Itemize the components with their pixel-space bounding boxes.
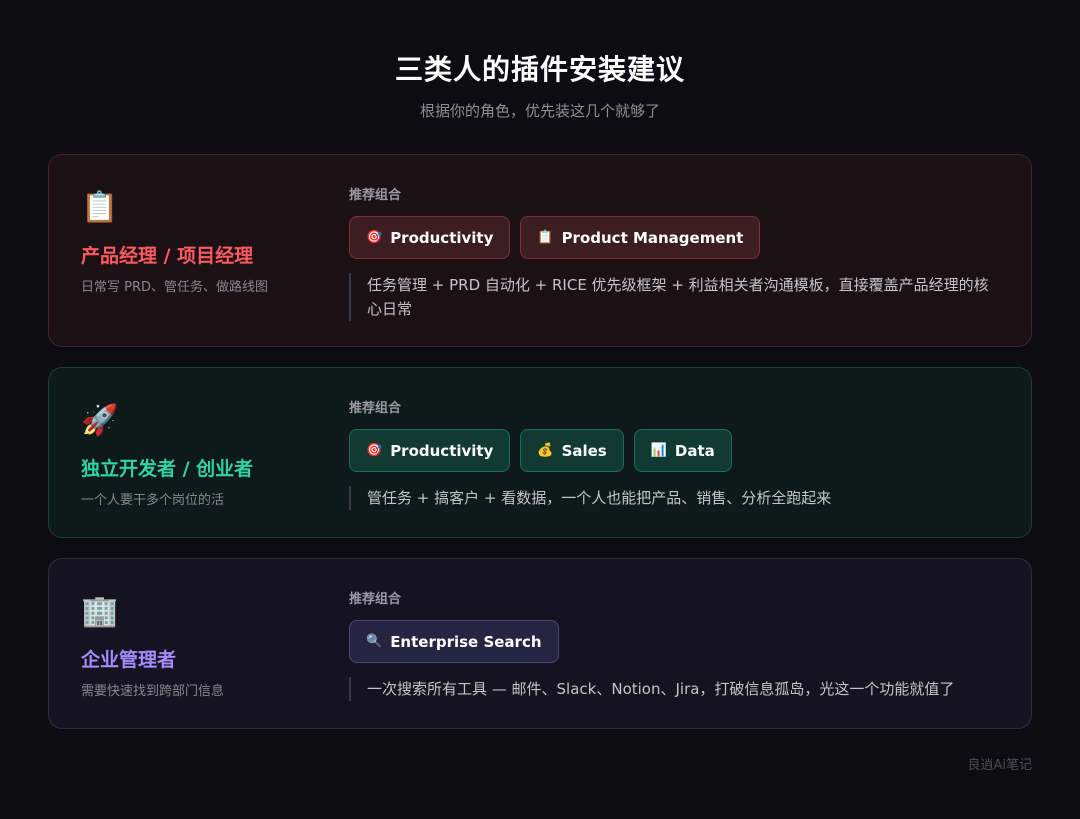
chip-enterprise-search[interactable]: 🔍 Enterprise Search [349, 620, 559, 663]
chip-label: Productivity [390, 441, 494, 460]
rocket-icon: 🚀 [81, 403, 119, 438]
role-description: 日常写 PRD、管任务、做路线图 [81, 280, 269, 295]
recommendation-column: 推荐组合 🔍 Enterprise Search 一次搜索所有工具 — 邮件、S… [349, 588, 1001, 701]
money-bag-icon: 💰 [537, 443, 554, 458]
page-subtitle: 根据你的角色，优先装这几个就够了 [419, 102, 660, 120]
chip-productivity[interactable]: 🎯 Productivity [349, 216, 511, 259]
role-description: 一个人要干多个岗位的活 [81, 493, 225, 508]
card-product-manager: 📋 产品经理 / 项目经理 日常写 PRD、管任务、做路线图 推荐组合 🎯 Pr… [48, 154, 1032, 347]
plugin-chips: 🎯 Productivity 📋 Product Management [349, 216, 1001, 259]
office-building-icon: 🏢 [81, 594, 119, 629]
card-indie-developer: 🚀 独立开发者 / 创业者 一个人要干多个岗位的活 推荐组合 🎯 Product… [48, 367, 1032, 538]
magnifier-icon: 🔍 [366, 634, 383, 649]
recommendation-note: 任务管理 + PRD 自动化 + RICE 优先级框架 + 利益相关者沟通模板，… [349, 273, 1001, 321]
clipboard-icon: 📋 [81, 190, 119, 225]
recommendation-column: 推荐组合 🎯 Productivity 📋 Product Management… [349, 184, 1001, 321]
target-icon: 🎯 [366, 443, 383, 458]
chip-sales[interactable]: 💰 Sales [520, 429, 624, 472]
target-icon: 🎯 [366, 230, 383, 245]
role-description: 需要快速找到跨部门信息 [81, 684, 225, 699]
chip-label: Product Management [561, 228, 744, 247]
chip-label: Productivity [390, 228, 494, 247]
role-title: 独立开发者 / 创业者 [81, 458, 254, 480]
page-header: 三类人的插件安装建议 根据你的角色，优先装这几个就够了 [0, 48, 1080, 121]
plugin-chips: 🎯 Productivity 💰 Sales 📊 Data [349, 429, 1001, 472]
combo-label: 推荐组合 [349, 592, 402, 607]
chip-data[interactable]: 📊 Data [633, 429, 732, 472]
watermark: 良逍Ai笔记 [967, 758, 1032, 773]
chip-label: Sales [561, 441, 607, 460]
recommendation-note: 管任务 + 搞客户 + 看数据，一个人也能把产品、销售、分析全跑起来 [349, 486, 1001, 510]
role-title: 产品经理 / 项目经理 [81, 245, 254, 267]
card-role-column: 📋 产品经理 / 项目经理 日常写 PRD、管任务、做路线图 [81, 189, 341, 295]
card-enterprise-manager: 🏢 企业管理者 需要快速找到跨部门信息 推荐组合 🔍 Enterprise Se… [48, 558, 1032, 729]
combo-label: 推荐组合 [349, 401, 402, 416]
chip-label: Data [674, 441, 715, 460]
role-title: 企业管理者 [81, 649, 177, 671]
chip-productivity[interactable]: 🎯 Productivity [349, 429, 511, 472]
bar-chart-icon: 📊 [650, 443, 667, 458]
chip-product-management[interactable]: 📋 Product Management [520, 216, 761, 259]
card-role-column: 🏢 企业管理者 需要快速找到跨部门信息 [81, 593, 341, 699]
chip-label: Enterprise Search [390, 632, 542, 651]
combo-label: 推荐组合 [349, 188, 402, 203]
recommendation-note: 一次搜索所有工具 — 邮件、Slack、Notion、Jira，打破信息孤岛，光… [349, 677, 1001, 701]
recommendation-column: 推荐组合 🎯 Productivity 💰 Sales 📊 Data 管任务 +… [349, 397, 1001, 510]
plugin-chips: 🔍 Enterprise Search [349, 620, 1001, 663]
card-role-column: 🚀 独立开发者 / 创业者 一个人要干多个岗位的活 [81, 402, 341, 508]
clipboard-icon: 📋 [537, 230, 554, 245]
page-title: 三类人的插件安装建议 [394, 53, 685, 86]
